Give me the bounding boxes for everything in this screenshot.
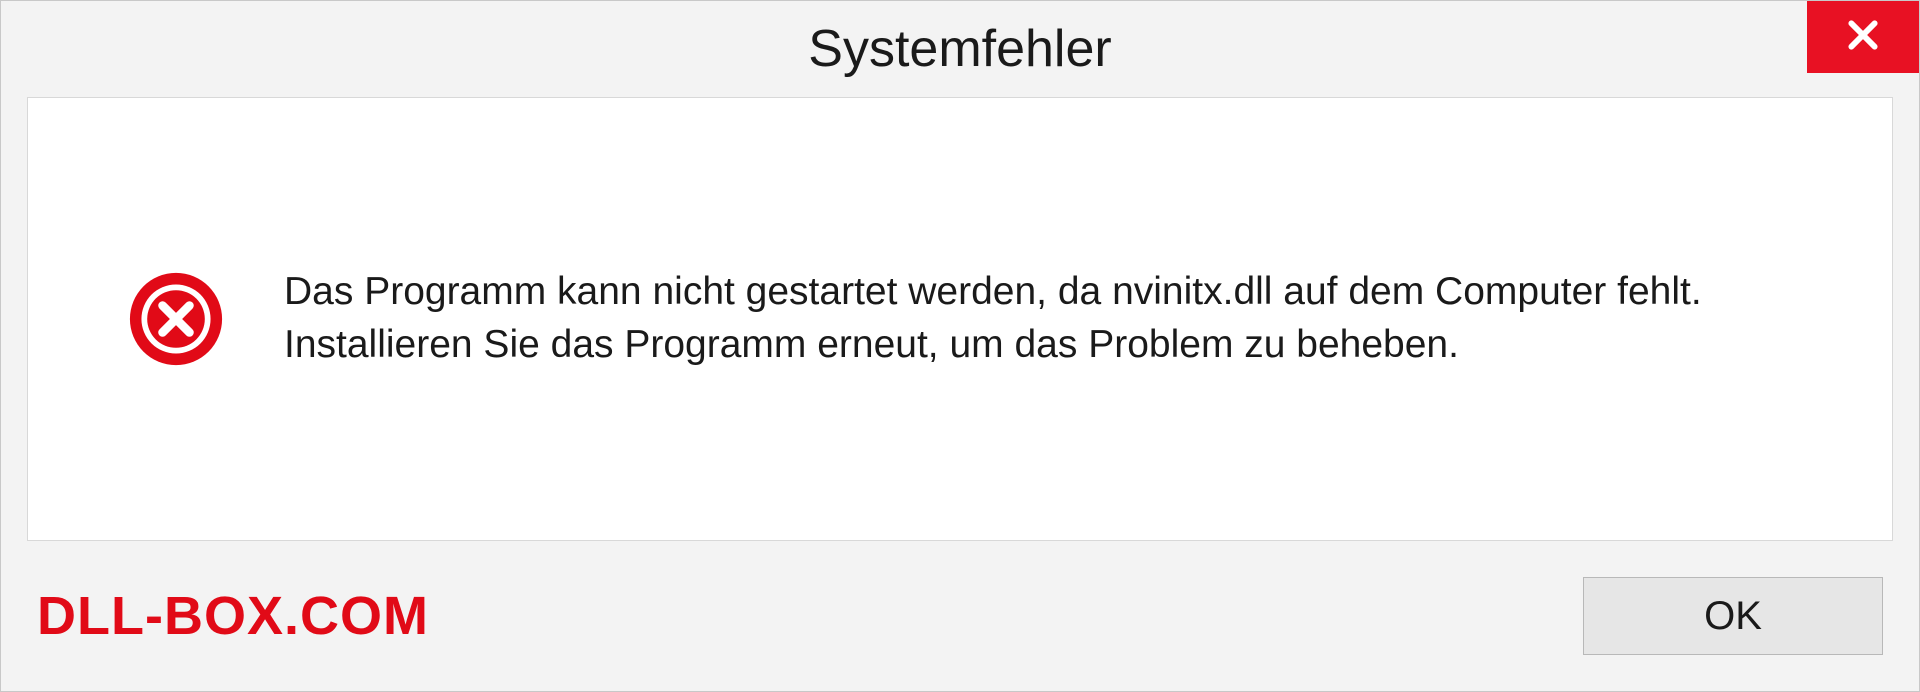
dialog-title: Systemfehler [808,19,1111,79]
dialog-footer: DLL-BOX.COM OK [1,541,1919,691]
close-button[interactable] [1807,1,1919,73]
ok-button[interactable]: OK [1583,577,1883,655]
watermark-text: DLL-BOX.COM [37,585,429,647]
content-area: Das Programm kann nicht gestartet werden… [27,97,1893,541]
ok-button-label: OK [1704,594,1762,639]
titlebar: Systemfehler [1,1,1919,97]
close-icon [1843,15,1883,60]
error-message: Das Programm kann nicht gestartet werden… [284,266,1812,371]
error-dialog: Systemfehler Das Programm kann nicht ges… [0,0,1920,692]
error-icon [128,271,224,367]
